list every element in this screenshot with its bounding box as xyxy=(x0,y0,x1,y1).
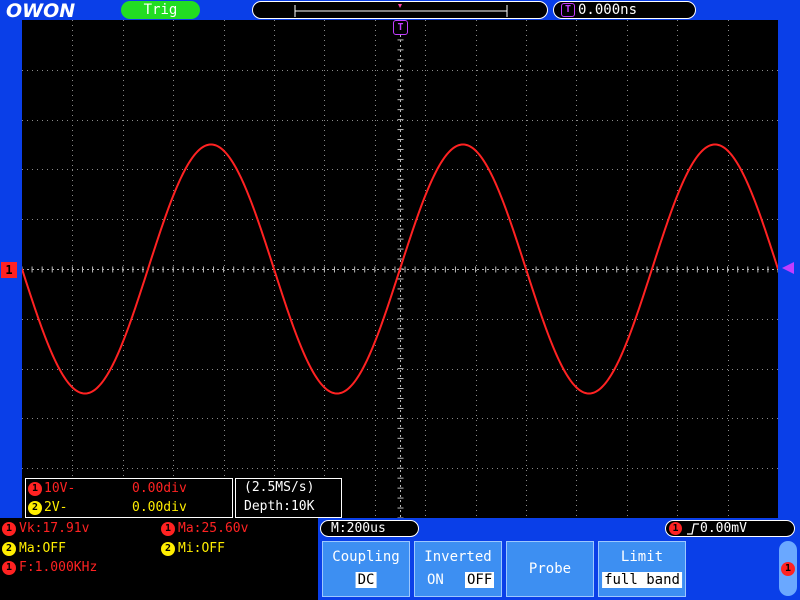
inverted-softkey[interactable]: Inverted ON OFF xyxy=(414,541,502,597)
measurement-text: Vk:17.91v xyxy=(19,521,90,536)
coupling-softkey[interactable]: Coupling DC xyxy=(322,541,410,597)
limit-value: full band xyxy=(602,572,682,588)
memory-position-graphic xyxy=(294,4,508,17)
inverted-off-option: OFF xyxy=(465,572,495,588)
inverted-on-option: ON xyxy=(427,572,444,588)
limit-label: Limit xyxy=(620,549,664,565)
measurement-panel: 1 Vk:17.91v 1 Ma:25.60v 2 Ma:OFF 2 Mi:OF… xyxy=(0,518,318,600)
channel-info-panel: 1 10V- 0.00div 2 2V- 0.00div xyxy=(25,478,233,518)
ch1-info-row: 1 10V- 0.00div xyxy=(28,480,232,498)
inverted-label: Inverted xyxy=(424,549,492,565)
memory-depth: Depth:10K xyxy=(244,499,315,514)
coupling-value: DC xyxy=(355,572,377,588)
measurement-text: Ma:25.60v xyxy=(178,521,249,536)
measurement-ch-badge: 1 xyxy=(2,561,16,575)
memory-position-bar xyxy=(252,1,548,19)
trigger-status-badge: Trig xyxy=(121,1,200,19)
ch2-info-row: 2 2V- 0.00div xyxy=(28,499,232,517)
ch1-volts-per-div: 10V- xyxy=(44,481,76,496)
top-bar: OWON Trig T 0.000ns xyxy=(0,0,800,22)
measurement-text: Ma:OFF xyxy=(19,541,66,556)
measurement-ch-badge: 1 xyxy=(2,522,16,536)
limit-softkey[interactable]: Limit full band xyxy=(598,541,686,597)
ch1-ground-marker[interactable]: 1 xyxy=(1,262,17,278)
measurement-text: F:1.000KHz xyxy=(19,560,98,575)
measurement-text: Mi:OFF xyxy=(178,541,225,556)
measurement-ch-badge: 2 xyxy=(2,542,16,556)
ch1-position: 0.00div xyxy=(132,481,187,496)
trigger-time-icon: T xyxy=(561,3,575,17)
channel-scroll-knob[interactable]: 1 xyxy=(779,541,797,596)
acquisition-info-panel: (2.5MS/s) Depth:10K xyxy=(235,478,342,518)
timebase-readout: M:200us xyxy=(320,520,419,537)
owon-logo: OWON xyxy=(6,0,76,22)
trigger-info-panel: 1 0.00mV xyxy=(665,520,795,537)
coupling-label: Coupling xyxy=(332,549,400,565)
probe-softkey[interactable]: Probe xyxy=(506,541,594,597)
ch2-volts-per-div: 2V- xyxy=(44,500,68,515)
measurement-ch-badge: 1 xyxy=(161,522,175,536)
waveform-display[interactable] xyxy=(22,20,778,518)
ch1-badge: 1 xyxy=(28,482,42,496)
trigger-time-readout: T 0.000ns xyxy=(553,1,696,19)
trigger-source-badge: 1 xyxy=(669,522,682,535)
probe-label: Probe xyxy=(528,561,572,577)
sample-rate: (2.5MS/s) xyxy=(244,480,315,495)
trigger-position-marker[interactable]: T xyxy=(393,20,408,35)
trigger-time-value: 0.000ns xyxy=(578,2,638,18)
trigger-level-arrow-icon[interactable] xyxy=(782,262,794,274)
ch2-badge: 2 xyxy=(28,501,42,515)
measurement-ch-badge: 2 xyxy=(161,542,175,556)
ch2-position: 0.00div xyxy=(132,500,187,515)
graticule xyxy=(22,20,778,518)
trigger-level-value: 0.00mV xyxy=(700,521,747,536)
knob-channel-badge: 1 xyxy=(781,562,795,576)
